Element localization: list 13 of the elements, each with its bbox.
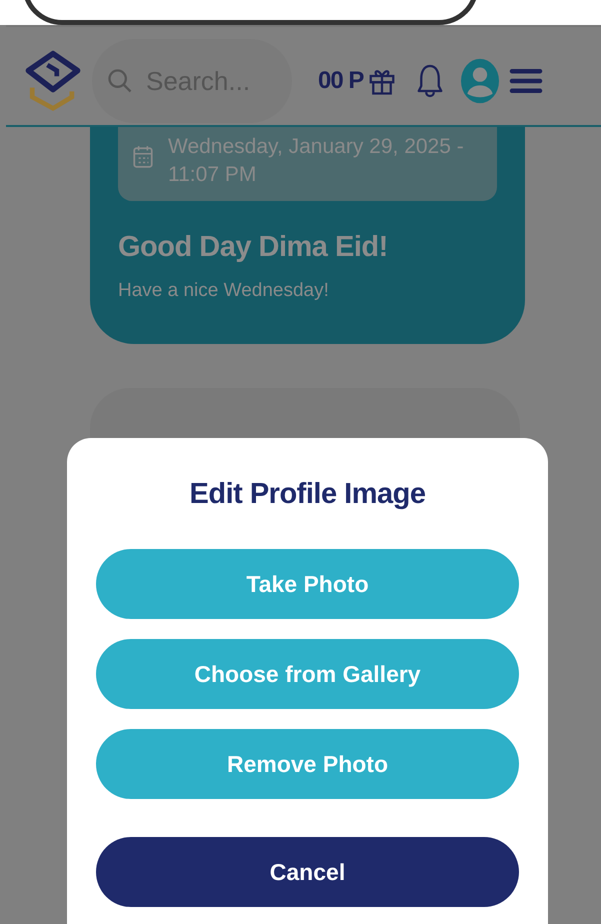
calendar-icon — [132, 145, 154, 169]
option-button[interactable]: Choose from Gallery — [96, 639, 519, 709]
greeting-subtitle: Have a nice Wednesday! — [118, 280, 330, 302]
date-text: Wednesday, January 29, 2025 - 11:07 PM — [168, 134, 465, 188]
menu-icon[interactable] — [509, 67, 544, 95]
logo-icon — [24, 48, 82, 114]
cancel-button[interactable]: Cancel — [96, 837, 519, 907]
search-icon — [106, 67, 134, 95]
dialog-title: Edit Profile Image — [188, 478, 426, 511]
option-button[interactable]: Take Photo — [96, 549, 519, 619]
greeting-title: Good Day Dima Eid! — [118, 231, 389, 264]
points-count: 00 P — [318, 67, 364, 95]
option-button[interactable]: Remove Photo — [96, 729, 519, 799]
